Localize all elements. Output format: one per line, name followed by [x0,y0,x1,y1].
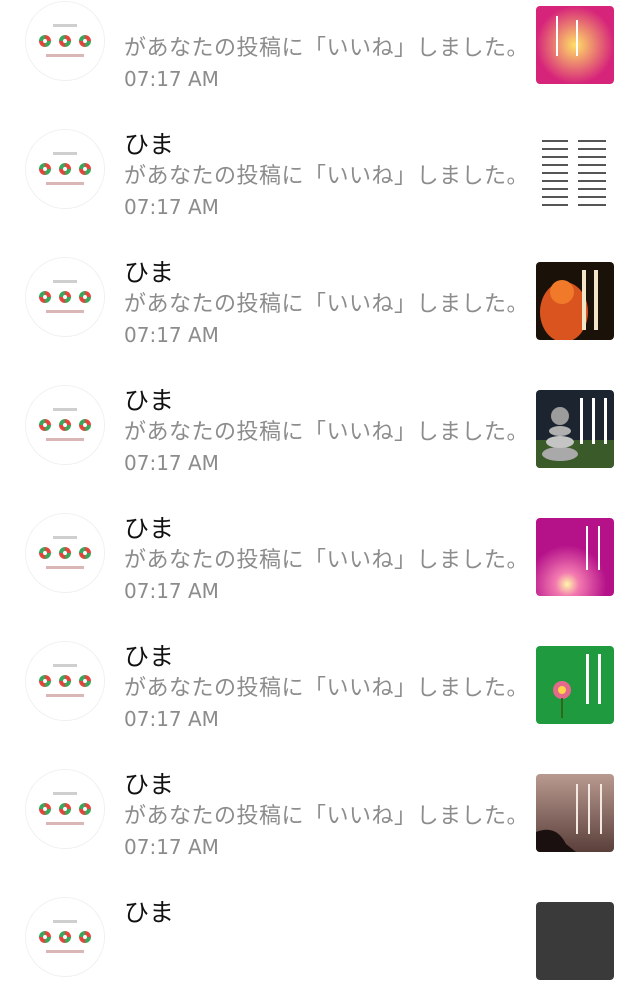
magenta-light-post-thumbnail-icon[interactable] [536,518,614,596]
user-avatar-icon[interactable] [26,130,104,208]
notification-message: があなたの投稿に「いいね」しました。 [124,292,530,317]
user-avatar-icon[interactable] [26,898,104,976]
user-name[interactable]: ひま [124,258,174,288]
user-avatar-icon[interactable] [26,514,104,592]
notification-item[interactable]: ひま [0,858,640,986]
notification-time: 07:17 AM [124,579,219,603]
notification-message: があなたの投稿に「いいね」しました。 [124,164,530,189]
user-name[interactable]: ひま [124,386,174,416]
user-name[interactable]: ひま [124,514,174,544]
notification-time: 07:17 AM [124,195,219,219]
user-name[interactable]: ひま [124,642,174,672]
notification-item[interactable]: ひまがあなたの投稿に「いいね」しました。 07:17 AM [0,602,640,731]
user-name[interactable]: ひま [124,130,174,160]
green-flower-post-thumbnail-icon[interactable] [536,646,614,724]
notification-item[interactable]: ひまがあなたの投稿に「いいね」しました。 07:17 AM [0,90,640,219]
notification-list: があなたの投稿に「いいね」しました。 07:17 AM ひま があなたの投稿に「いい… [0,0,640,986]
white-text-list-post-thumbnail-icon[interactable] [536,134,614,212]
notification-time: 07:17 AM [124,67,219,91]
notification-item[interactable]: ひまがあなたの投稿に「いいね」しました。 07:17 AM [0,346,640,475]
notification-item[interactable]: があなたの投稿に「いいね」しました。 07:17 AM [0,0,640,91]
user-name[interactable]: ひま [124,770,174,800]
notification-message: があなたの投稿に「いいね」しました。 [124,420,530,445]
user-avatar-icon[interactable] [26,770,104,848]
sunset-silhouette-post-thumbnail-icon[interactable] [536,774,614,852]
pink-yellow-post-thumbnail-icon[interactable] [536,6,614,84]
notification-message: があなたの投稿に「いいね」しました。 [124,676,530,701]
notification-item[interactable]: ひまがあなたの投稿に「いいね」しました。 07:17 AM [0,730,640,859]
notification-message: があなたの投稿に「いいね」しました。 [124,548,530,573]
notification-item[interactable]: ひまがあなたの投稿に「いいね」しました。 07:17 AM [0,218,640,347]
notification-message: があなたの投稿に「いいね」しました。 [124,36,530,61]
notification-time: 07:17 AM [124,323,219,347]
notification-item[interactable]: ひまがあなたの投稿に「いいね」しました。 07:17 AM [0,474,640,603]
user-avatar-icon[interactable] [26,642,104,720]
notification-message: があなたの投稿に「いいね」しました。 [124,804,530,829]
user-avatar-icon[interactable] [26,258,104,336]
notification-time: 07:17 AM [124,451,219,475]
stone-stack-post-thumbnail-icon[interactable] [536,390,614,468]
user-name[interactable]: ひま [124,898,174,928]
orange-statue-post-thumbnail-icon[interactable] [536,262,614,340]
notification-time: 07:17 AM [124,835,219,859]
user-avatar-icon[interactable] [26,386,104,464]
dark-post-thumbnail-icon[interactable] [536,902,614,980]
user-avatar-icon[interactable] [26,2,104,80]
notification-time: 07:17 AM [124,707,219,731]
